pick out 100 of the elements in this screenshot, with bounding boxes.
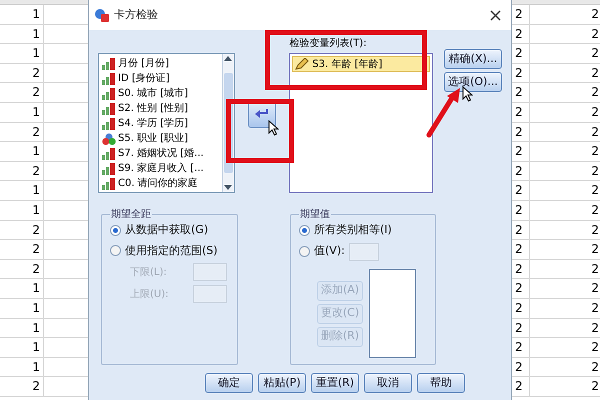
variable-item[interactable]: S7. 婚姻状况 [婚... xyxy=(102,146,222,161)
table-cell: 2 xyxy=(0,162,44,180)
table-cell-text: 2 xyxy=(590,222,600,239)
radio-button[interactable] xyxy=(299,246,310,257)
table-cell-text: 2 xyxy=(590,64,600,82)
dialog-button[interactable]: 重置(R) xyxy=(311,373,359,393)
scroll-up-icon[interactable] xyxy=(224,55,232,61)
cursor-icon xyxy=(462,86,473,102)
table-cell-text: 2 xyxy=(590,45,600,62)
arrow-icon xyxy=(255,108,270,120)
table-cell-text: 2 xyxy=(590,104,600,121)
bar-chart-icon xyxy=(102,148,116,160)
table-cell: 2 xyxy=(512,102,530,122)
pencil-icon xyxy=(295,58,310,70)
table-cell-text: 2 xyxy=(590,339,600,356)
variable-item[interactable]: ID [身份证] xyxy=(102,71,222,86)
bar-chart-icon xyxy=(102,118,116,130)
field-label: 上限(U): xyxy=(130,288,168,302)
variable-item[interactable]: S4. 学历 [学历] xyxy=(102,116,222,131)
radio-label: 值(V): xyxy=(314,243,345,260)
bar-chart-icon xyxy=(102,88,116,100)
radio-label: 所有类别相等(I) xyxy=(314,222,392,238)
close-icon[interactable] xyxy=(490,10,501,20)
nominal-variable-icon xyxy=(102,132,116,144)
list-label: 检验变量列表(T): xyxy=(289,38,368,51)
table-cell-text: 2 xyxy=(590,6,600,23)
table-cell: 2 xyxy=(512,44,530,63)
table-cell: 2 xyxy=(512,5,530,24)
variable-item[interactable]: C0. 请问你的家庭 xyxy=(102,176,222,191)
dialog-button[interactable]: 帮助 xyxy=(417,373,465,393)
table-cell: 1 xyxy=(0,279,44,298)
table-cell-text: 2 xyxy=(590,124,600,141)
table-cell: 2 xyxy=(512,240,530,259)
table-cell: 1 xyxy=(0,5,44,24)
table-cell: 1 xyxy=(0,358,44,376)
table-cell-text: 2 xyxy=(590,26,600,43)
cursor-icon xyxy=(268,120,279,136)
dialog-button[interactable]: 选项(O)... xyxy=(444,72,502,92)
field-label: 下限(L): xyxy=(130,266,167,280)
table-cell: 2 xyxy=(512,24,530,44)
variable-item[interactable]: S0. 城市 [城市] xyxy=(102,86,222,101)
table-cell: 2 xyxy=(512,220,530,240)
table-cell: 2 xyxy=(0,83,44,102)
table-cell: 2 xyxy=(512,260,530,278)
variable-item[interactable]: S2. 性别 [性别] xyxy=(102,101,222,116)
table-cell-text: 2 xyxy=(590,202,600,219)
table-cell: 2 xyxy=(0,377,44,396)
bar-chart-icon xyxy=(102,162,116,174)
bar-chart-icon xyxy=(102,178,116,190)
table-cell: 2 xyxy=(512,64,530,82)
group-title: 期望值 xyxy=(299,208,331,222)
table-cell: 2 xyxy=(512,181,530,200)
radio-button[interactable] xyxy=(110,224,121,236)
table-cell: 1 xyxy=(0,338,44,357)
table-cell-text: 2 xyxy=(590,280,600,298)
table-cell-text: 2 xyxy=(590,162,600,180)
table-cell: 2 xyxy=(512,142,530,161)
highlight-frame xyxy=(226,99,294,163)
bar-chart-icon xyxy=(102,102,116,114)
table-cell: 2 xyxy=(512,279,530,298)
table-cell-text: 2 xyxy=(590,378,600,396)
table-cell: 2 xyxy=(512,298,530,318)
table-cell-text: 2 xyxy=(590,300,600,317)
table-cell: 1 xyxy=(0,44,44,63)
table-cell: 2 xyxy=(0,220,44,240)
variable-item[interactable]: 月份 [月份] xyxy=(102,56,222,71)
radio-button[interactable] xyxy=(299,224,310,236)
table-cell: 2 xyxy=(512,377,530,396)
table-cell: 2 xyxy=(512,200,530,220)
table-cell-text: 2 xyxy=(590,84,600,102)
table-cell-text: 2 xyxy=(590,143,600,160)
radio-button[interactable] xyxy=(110,245,121,256)
table-cell: 1 xyxy=(0,181,44,200)
table-cell: 1 xyxy=(0,200,44,220)
bar-chart-icon xyxy=(102,72,116,84)
radio-label: 从数据中获取(G) xyxy=(125,222,208,238)
table-cell: 2 xyxy=(512,318,530,338)
table-cell: 2 xyxy=(512,358,530,376)
variable-item[interactable]: S5. 职业 [职业] xyxy=(102,131,222,146)
table-cell: 2 xyxy=(0,122,44,142)
table-cell-text: 2 xyxy=(590,241,600,258)
table-cell: 1 xyxy=(0,24,44,44)
table-cell: 2 xyxy=(512,162,530,180)
scroll-down-icon[interactable] xyxy=(224,185,232,191)
dialog-button[interactable]: 确定 xyxy=(205,373,253,393)
table-cell-text: 2 xyxy=(590,358,600,376)
dialog-button[interactable]: 粘贴(P) xyxy=(258,373,306,393)
dialog-button[interactable]: 精确(X)... xyxy=(444,49,502,69)
table-cell: 2 xyxy=(0,240,44,259)
variable-item[interactable]: S3. 年龄 [年龄] xyxy=(292,56,430,72)
table-cell: 2 xyxy=(512,122,530,142)
variable-item[interactable]: S9. 家庭月收入 [... xyxy=(102,161,222,176)
table-cell: 2 xyxy=(512,83,530,102)
app-icon xyxy=(95,8,109,22)
table-cell-text: 2 xyxy=(590,260,600,278)
table-cell: 2 xyxy=(0,260,44,278)
table-cell: 1 xyxy=(0,298,44,318)
bar-chart-icon xyxy=(102,58,116,70)
dialog-button[interactable]: 取消 xyxy=(364,373,412,393)
table-cell: 1 xyxy=(0,142,44,161)
